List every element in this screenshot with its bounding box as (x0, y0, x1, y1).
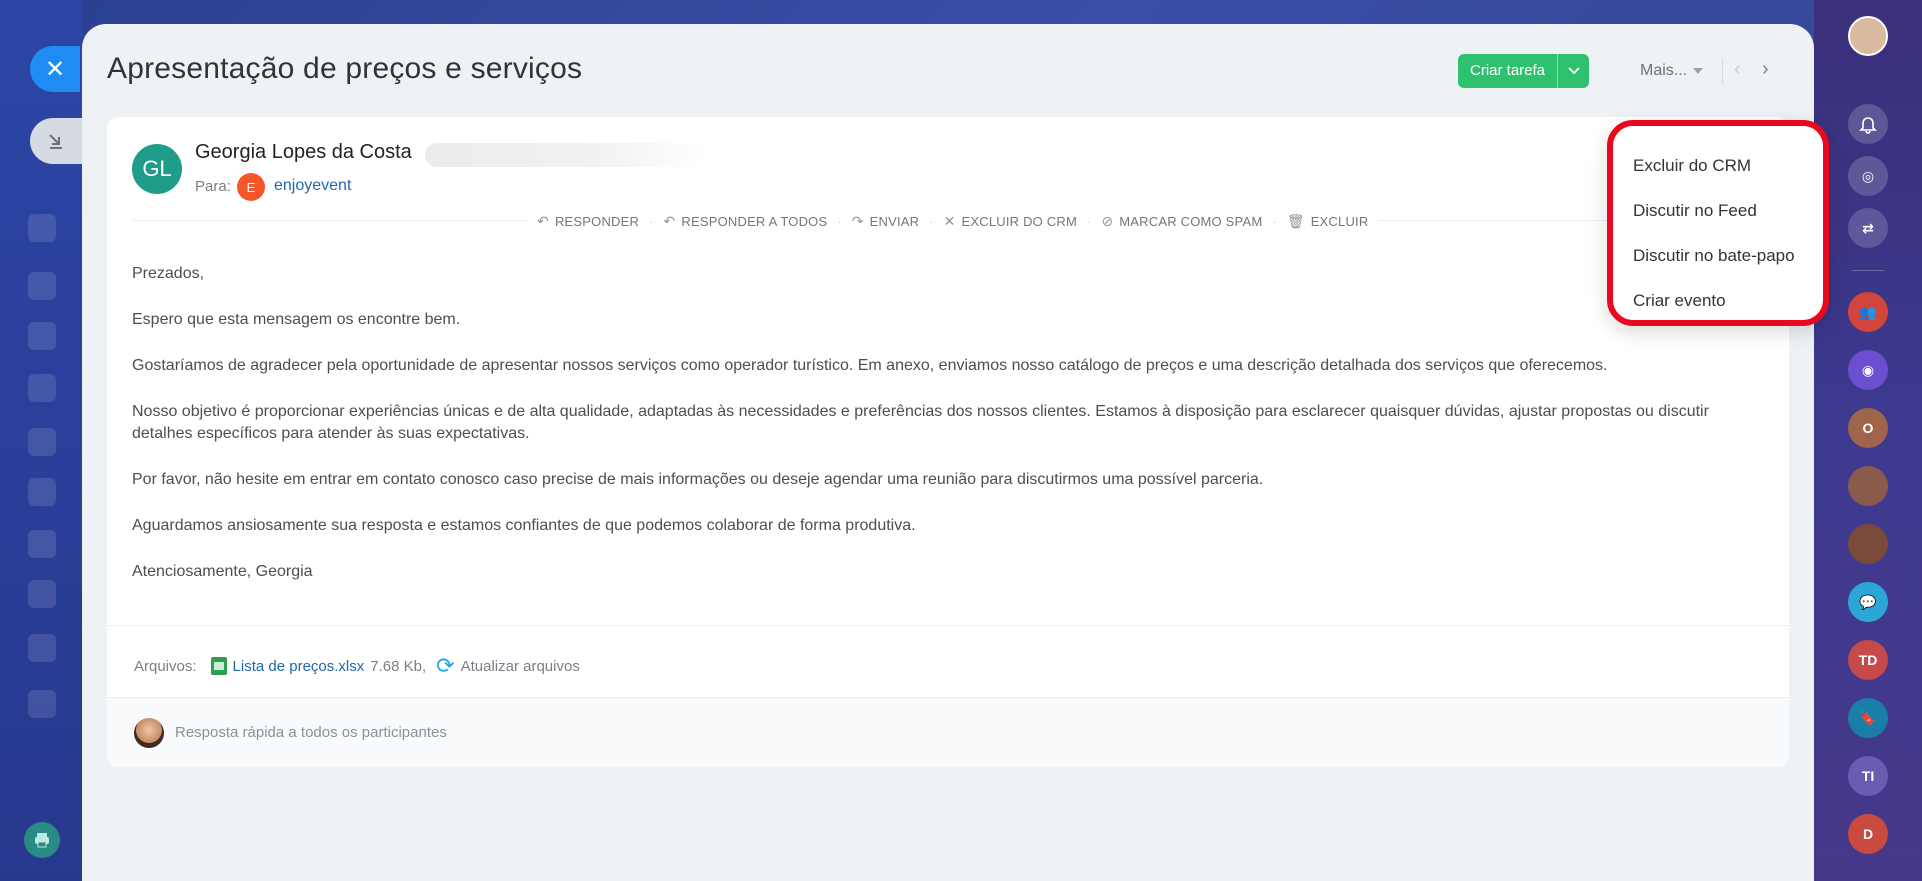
print-button[interactable] (24, 822, 60, 858)
files-label: Arquivos: (134, 657, 197, 675)
target-icon[interactable]: ◎ (1848, 156, 1888, 196)
separator: · (1272, 213, 1277, 229)
feedback-chat-icon[interactable]: 💬 (1848, 582, 1888, 622)
reply-button[interactable]: ↶ RESPONDER (537, 213, 639, 230)
email-body: Prezados, Espero que esta mensagem os en… (132, 263, 1772, 607)
sender-name[interactable]: Georgia Lopes da Costa (195, 141, 412, 164)
next-email-icon[interactable]: › (1762, 58, 1769, 81)
trash-icon: 🗑 (1286, 212, 1305, 229)
blurred-nav-icon (28, 272, 56, 300)
blurred-sender-email (425, 143, 705, 167)
forward-button[interactable]: ↷ ENVIAR (852, 213, 920, 230)
blurred-nav-icon (28, 214, 56, 242)
group-chat-icon[interactable]: 👥 (1848, 292, 1888, 332)
divider (1852, 270, 1884, 271)
more-actions-menu: Excluir do CRM Discutir no Feed Discutir… (1607, 120, 1829, 326)
body-paragraph: Atenciosamente, Georgia (132, 563, 313, 580)
blurred-nav-icon (28, 428, 56, 456)
email-slider-panel: Apresentação de preços e serviços Criar … (82, 24, 1829, 881)
mark-spam-button[interactable]: ⊘ MARCAR COMO SPAM (1101, 213, 1262, 230)
chat-avatar-ti[interactable]: TI (1848, 756, 1888, 796)
recipient-link[interactable]: enjoyevent (274, 177, 351, 195)
more-label: Mais... (1640, 62, 1688, 79)
separator: · (1087, 213, 1092, 229)
delete-button[interactable]: 🗑 EXCLUIR (1287, 213, 1369, 230)
page-title: Apresentação de preços e serviços (107, 52, 583, 85)
blurred-nav-icon (28, 530, 56, 558)
blurred-nav-icon (28, 634, 56, 662)
notifications-bell-icon[interactable] (1848, 104, 1888, 144)
body-paragraph: Por favor, não hesite em entrar em conta… (132, 471, 1264, 488)
quick-reply-input[interactable]: Resposta rápida a todos os participantes (175, 724, 447, 741)
separator: · (649, 213, 654, 229)
attachments-row: Arquivos: Lista de preços.xlsx 7.68 Kb, … (134, 653, 580, 679)
printer-icon (35, 833, 49, 848)
blurred-nav-icon (28, 690, 56, 718)
body-paragraph: Nosso objetivo é proporcionar experiênci… (132, 403, 1709, 442)
minimize-icon (49, 134, 62, 149)
body-paragraph: Aguardamos ansiosamente sua resposta e e… (132, 517, 916, 534)
openchannel-icon[interactable]: ◉ (1848, 350, 1888, 390)
blurred-nav-icon (28, 478, 56, 506)
body-paragraph: Espero que esta mensagem os encontre bem… (132, 311, 461, 328)
menu-item-discuss-in-chat[interactable]: Discutir no bate-papo (1633, 246, 1795, 266)
chat-avatar-photo[interactable] (1848, 524, 1888, 564)
menu-item-create-event[interactable]: Criar evento (1633, 291, 1726, 311)
blurred-nav-icon (28, 322, 56, 350)
menu-item-remove-from-crm[interactable]: Excluir do CRM (1633, 156, 1751, 176)
recipient-avatar: E (237, 173, 265, 201)
refresh-files-link[interactable]: Atualizar arquivos (461, 658, 580, 675)
refresh-icon[interactable]: ⟳ (436, 653, 454, 679)
blurred-nav-icon (28, 580, 56, 608)
body-paragraph: Prezados, (132, 265, 205, 282)
create-task-label: Criar tarefa (1470, 62, 1546, 79)
remove-from-crm-button[interactable]: ✕ EXCLUIR DO CRM (944, 213, 1077, 230)
close-icon: ✕ (44, 55, 66, 83)
menu-item-discuss-in-feed[interactable]: Discutir no Feed (1633, 201, 1757, 221)
divider (107, 625, 1789, 626)
reply-all-button[interactable]: ↶ RESPONDER A TODOS (663, 213, 827, 230)
right-sidebar: ◎ ⇄ 👥 ◉ O 💬 TD 🔖 TI D (1814, 0, 1922, 881)
quick-reply-area[interactable]: Resposta rápida a todos os participantes (107, 697, 1789, 767)
reply-all-icon: ↶ (663, 212, 676, 229)
sender-avatar: GL (132, 144, 182, 194)
previous-email-icon[interactable]: ‹ (1734, 58, 1741, 81)
current-user-avatar (134, 718, 164, 748)
chat-avatar-photo[interactable] (1848, 466, 1888, 506)
caret-down-icon (1693, 67, 1704, 74)
minimize-slider-button[interactable] (30, 118, 82, 164)
user-avatar[interactable] (1848, 16, 1888, 56)
email-card: GL Georgia Lopes da Costa Para: E enjoye… (107, 117, 1789, 767)
bookmark-icon[interactable]: 🔖 (1848, 698, 1888, 738)
separator: · (837, 213, 842, 229)
create-task-button[interactable]: Criar tarefa (1458, 54, 1590, 88)
forward-icon: ↷ (851, 212, 864, 229)
chat-avatar-td[interactable]: TD (1848, 640, 1888, 680)
to-label: Para: (195, 178, 231, 195)
email-actions-bar: ↶ RESPONDER · ↶ RESPONDER A TODOS · ↷ ENVIA… (527, 209, 1379, 233)
separator: · (929, 213, 934, 229)
more-button[interactable]: Mais... (1640, 62, 1704, 80)
divider (1722, 58, 1723, 84)
chevron-down-icon[interactable] (1557, 54, 1589, 88)
chat-avatar-o[interactable]: O (1848, 408, 1888, 448)
attachment-link[interactable]: Lista de preços.xlsx (233, 658, 365, 675)
close-slider-button[interactable]: ✕ (30, 46, 80, 92)
sync-icon[interactable]: ⇄ (1848, 208, 1888, 248)
excel-file-icon (210, 657, 227, 675)
reply-icon: ↶ (537, 212, 549, 229)
blurred-nav-icon (28, 374, 56, 402)
chat-avatar-d[interactable]: D (1848, 814, 1888, 854)
spam-icon: ⊘ (1101, 212, 1114, 229)
attachment-size: 7.68 Kb, (370, 657, 427, 675)
body-paragraph: Gostaríamos de agradecer pela oportunida… (132, 357, 1608, 374)
close-icon: ✕ (943, 212, 956, 229)
